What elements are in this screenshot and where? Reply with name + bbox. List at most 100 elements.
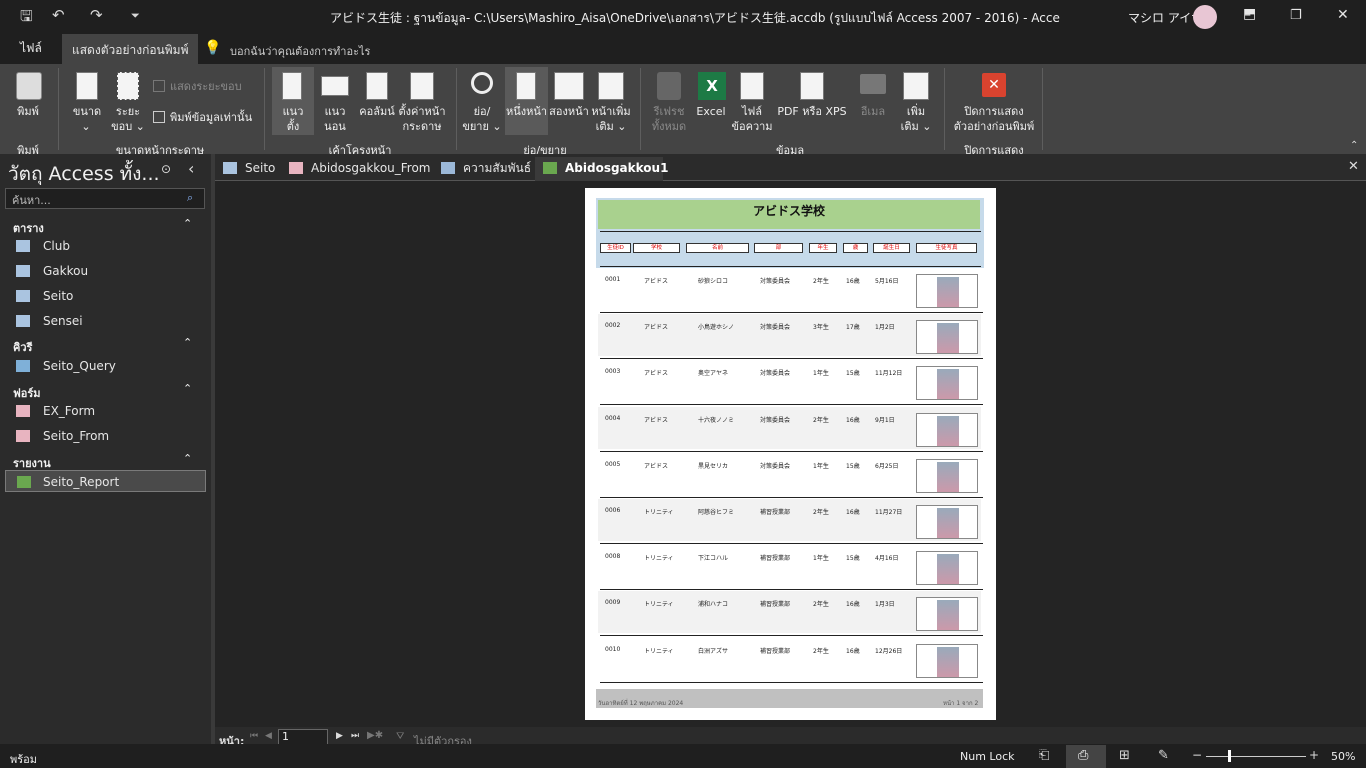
search-input[interactable]: ค้นหา...: [5, 188, 205, 209]
minimize-button[interactable]: –: [1244, 7, 1251, 23]
nav-menu-dropdown-icon[interactable]: ⊙: [161, 162, 171, 176]
next-page-icon[interactable]: ▶: [336, 731, 343, 741]
form-icon: [16, 430, 30, 442]
undo-icon[interactable]: ↶: [52, 6, 65, 24]
collapse-tables-icon[interactable]: ⌃: [183, 217, 192, 230]
show-margins-checkbox[interactable]: [153, 80, 165, 92]
page-size-icon: [76, 72, 98, 100]
row-rule: [600, 404, 983, 406]
report-cell: 補習授業部: [760, 601, 791, 609]
nav-section-queries[interactable]: คิวรี: [13, 338, 32, 356]
zoom-button[interactable]: ย่อ/ขยาย ⌄: [462, 104, 502, 134]
previous-page-icon[interactable]: ◀: [265, 731, 272, 741]
size-button[interactable]: ขนาด: [68, 104, 106, 119]
table-icon: [16, 315, 30, 327]
more-pages-icon: [598, 72, 624, 100]
report-cell: 11月27日: [875, 509, 903, 516]
tell-me-search[interactable]: บอกฉันว่าคุณต้องการทำอะไร: [230, 42, 370, 60]
nav-item-gakkou[interactable]: Gakkou: [13, 260, 203, 282]
columns-button[interactable]: คอลัมน์: [358, 104, 396, 119]
avatar[interactable]: [1193, 5, 1217, 29]
student-photo: [916, 505, 978, 539]
row-rule: [600, 681, 983, 683]
collapse-reports-icon[interactable]: ⌃: [183, 452, 192, 465]
refresh-all-button[interactable]: รีเฟรช ทั้งหมด: [648, 104, 690, 134]
zoom-out-icon[interactable]: −: [1192, 748, 1202, 762]
page-setup-button[interactable]: ตั้งค่าหน้า กระดาษ: [398, 104, 446, 134]
report-cell: トリニティ: [644, 601, 674, 609]
first-page-icon[interactable]: ⏮: [250, 731, 258, 741]
maximize-button[interactable]: ❐: [1290, 8, 1302, 23]
landscape-icon: [321, 76, 349, 96]
show-margins-label: แสดงระยะขอบ: [170, 80, 242, 93]
more-pages-button[interactable]: หน้าเพิ่ม เติม ⌄: [590, 104, 632, 134]
collapse-queries-icon[interactable]: ⌃: [183, 336, 192, 349]
print-data-only-label: พิมพ์ข้อมูลเท่านั้น: [170, 111, 253, 124]
report-cell: 0009: [605, 599, 621, 607]
student-photo: [916, 551, 978, 586]
student-photo: [916, 643, 978, 678]
zoom-slider-thumb[interactable]: [1228, 750, 1231, 762]
print-data-only-checkbox[interactable]: [153, 111, 165, 123]
report-cell: アビドス: [644, 324, 669, 332]
zoom-slider-track[interactable]: [1206, 756, 1306, 757]
report-cell: 2年生: [813, 647, 829, 655]
margins-button[interactable]: ระยะ ขอบ ⌄: [108, 104, 148, 134]
portrait-button[interactable]: แนว ตั้ง: [272, 104, 314, 134]
one-page-button[interactable]: หนึ่งหน้า: [505, 104, 548, 119]
nav-pane-title[interactable]: วัตถุ Access ทั้ง...: [8, 159, 160, 189]
new-record-icon[interactable]: ▶✱: [367, 730, 383, 741]
text-file-button[interactable]: ไฟล์ ข้อความ: [730, 104, 774, 134]
search-icon: ⌕: [187, 191, 194, 204]
zoom-in-icon[interactable]: +: [1309, 748, 1319, 762]
design-view-icon[interactable]: ✎: [1158, 748, 1169, 763]
redo-icon[interactable]: ↷: [90, 6, 103, 24]
doc-tab-relationships[interactable]: ความสัมพันธ์: [433, 157, 535, 181]
landscape-button[interactable]: แนวนอน: [314, 104, 356, 134]
row-rule: [600, 450, 983, 452]
pdf-xps-button[interactable]: PDF หรือ XPS: [774, 104, 850, 119]
close-document-icon[interactable]: ✕: [1348, 159, 1359, 174]
nav-item-seito-report[interactable]: Seito_Report: [5, 470, 206, 492]
nav-item-seito-query[interactable]: Seito_Query: [13, 355, 203, 377]
nav-item-seito[interactable]: Seito: [13, 285, 203, 307]
doc-tab-abidosgakkou1[interactable]: Abidosgakkou1: [535, 157, 668, 181]
column-header: 誕生日: [873, 243, 910, 253]
print-button[interactable]: พิมพ์: [10, 104, 46, 119]
filter-icon: ⛛: [396, 731, 405, 742]
nav-item-ex-form[interactable]: EX_Form: [13, 400, 203, 422]
nav-item-club[interactable]: Club: [13, 235, 203, 257]
layout-view-icon[interactable]: ⊞: [1119, 748, 1130, 763]
report-date: วันอาทิตย์ที่ 12 พฤษภาคม 2024: [598, 700, 684, 707]
nav-item-seito-from[interactable]: Seito_From: [13, 425, 203, 447]
collapse-ribbon-icon[interactable]: ⌃: [1350, 140, 1358, 151]
report-cell: 十六夜ノノミ: [698, 416, 735, 424]
student-photo: [916, 458, 978, 493]
tab-file[interactable]: ไฟล์: [10, 34, 52, 64]
last-page-icon[interactable]: ⏭: [351, 731, 359, 741]
user-name[interactable]: マシロ アイサ: [1128, 9, 1203, 26]
nav-item-sensei[interactable]: Sensei: [13, 310, 203, 332]
excel-export-button[interactable]: Excel: [692, 104, 730, 119]
zoom-level[interactable]: 50%: [1331, 750, 1355, 763]
tab-print-preview[interactable]: แสดงตัวอย่างก่อนพิมพ์: [62, 34, 199, 64]
email-icon: [860, 74, 886, 94]
close-preview-button[interactable]: ปิดการแสดง ตัวอย่างก่อนพิมพ์: [950, 104, 1038, 134]
report-view-icon[interactable]: ⎗: [1039, 748, 1049, 763]
customize-toolbar-icon[interactable]: ⏷: [131, 9, 140, 23]
doc-tab-abidosgakkou-from[interactable]: Abidosgakkou_From: [281, 157, 433, 181]
report-cell: 白洲アズサ: [698, 647, 729, 655]
close-button[interactable]: ✕: [1337, 7, 1349, 23]
save-icon[interactable]: 🖫: [20, 6, 33, 31]
row-rule: [600, 496, 983, 498]
student-photo: [916, 320, 978, 355]
collapse-forms-icon[interactable]: ⌃: [183, 382, 192, 395]
window-title: アビドス生徒 : ฐานข้อมูล- C:\Users\Mashiro_Ais…: [330, 11, 1060, 25]
two-pages-button[interactable]: สองหน้า: [548, 104, 590, 119]
doc-tab-seito[interactable]: Seito: [215, 157, 281, 181]
shutter-bar-close-icon[interactable]: ‹: [188, 159, 194, 178]
table-icon: [16, 290, 30, 302]
more-export-button[interactable]: เพิ่ม เติม ⌄: [896, 104, 936, 134]
email-button[interactable]: อีเมล: [856, 104, 890, 119]
report-cell: 奥空アヤネ: [698, 370, 729, 378]
